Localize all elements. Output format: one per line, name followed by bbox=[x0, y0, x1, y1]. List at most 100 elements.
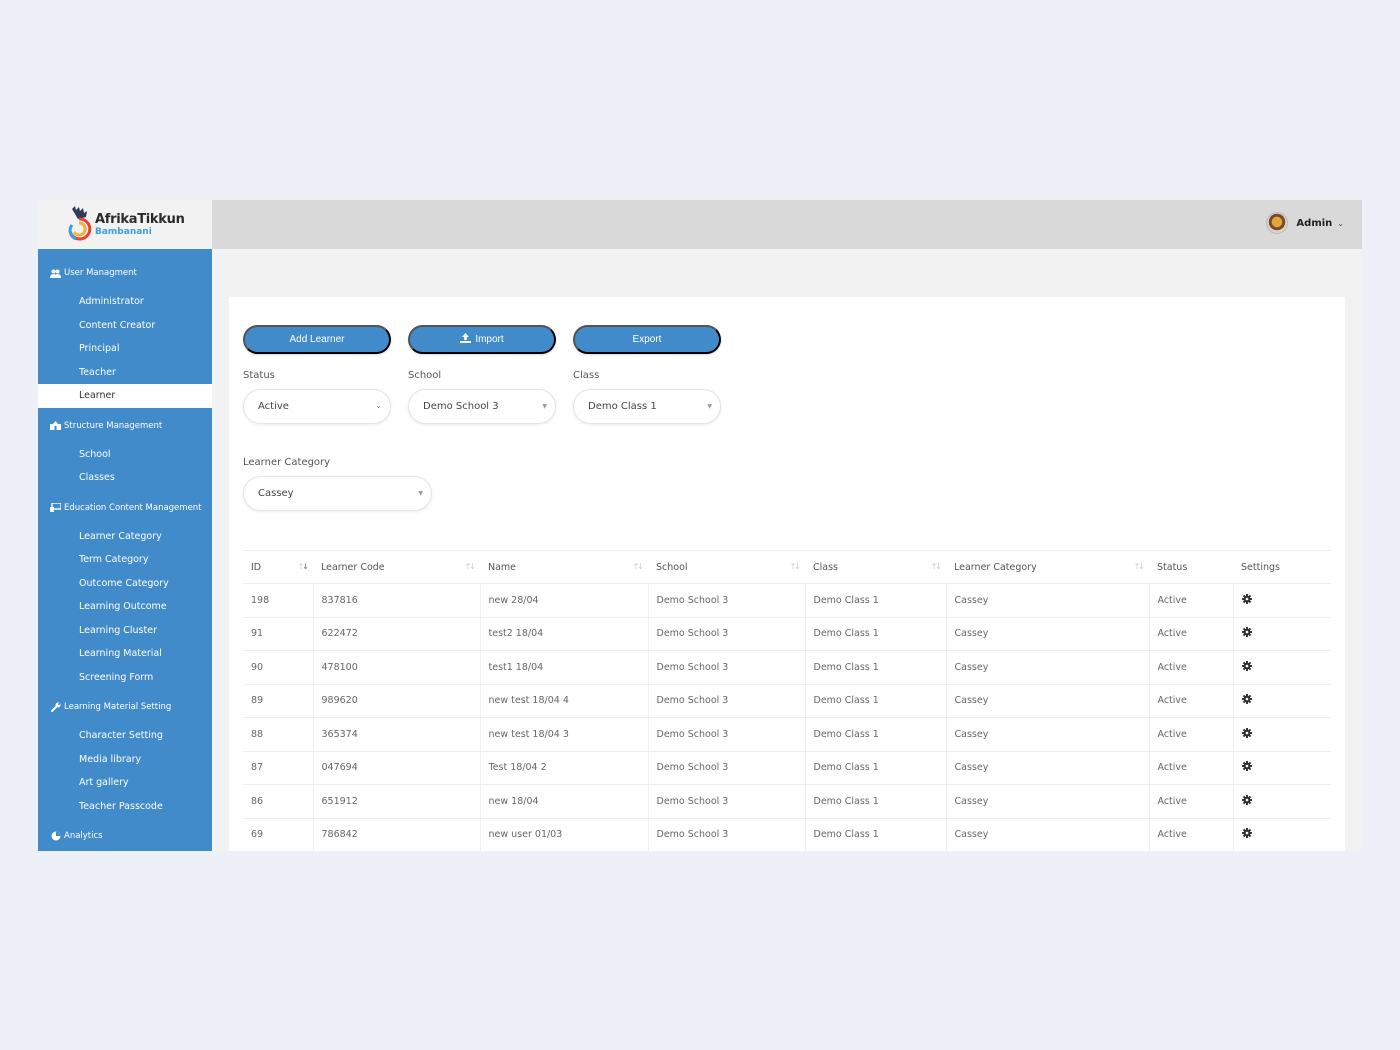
gear-icon[interactable] bbox=[1241, 828, 1252, 839]
sidebar-section-structure-management[interactable]: Structure Management bbox=[38, 414, 212, 438]
settings-cell bbox=[1233, 684, 1331, 718]
column-header-learner-code[interactable]: Learner Code ↑↓ bbox=[313, 550, 480, 584]
settings-cell bbox=[1233, 784, 1331, 819]
sidebar-item-learner-category[interactable]: Learner Category bbox=[38, 525, 212, 549]
learner-list-card: Add Learner Import Export Status Active … bbox=[229, 297, 1345, 851]
column-header-class[interactable]: Class ↑↓ bbox=[805, 550, 946, 584]
school-select-value: Demo School 3 bbox=[423, 401, 499, 412]
chalkboard-icon bbox=[50, 503, 61, 513]
learner-code-cell: 651912 bbox=[313, 784, 481, 819]
gear-icon[interactable] bbox=[1241, 727, 1252, 738]
import-label: Import bbox=[475, 334, 504, 345]
learner-category-cell: Cassey bbox=[946, 784, 1150, 819]
status-badge: Active bbox=[1149, 751, 1234, 785]
school-cell: Demo School 3 bbox=[648, 784, 806, 819]
sidebar-item-screening-form[interactable]: Screening Form bbox=[38, 666, 212, 690]
table-row[interactable]: 87 047694 Test 18/04 2 Demo School 3 Demo Cl… bbox=[243, 751, 1331, 785]
table-row[interactable]: 90 478100 test1 18/04 Demo School 3 Demo Cla… bbox=[243, 650, 1331, 685]
settings-cell bbox=[1233, 617, 1331, 651]
gear-icon[interactable] bbox=[1241, 694, 1252, 705]
learner-category-cell: Cassey bbox=[946, 650, 1150, 685]
sidebar-section-analytics[interactable]: Analytics bbox=[38, 824, 212, 848]
sidebar: AfrikaTikkun Bambanani User Managment Ad… bbox=[38, 200, 212, 851]
id-cell: 91 bbox=[243, 617, 314, 651]
building-icon bbox=[50, 421, 61, 431]
status-badge: Active bbox=[1149, 650, 1234, 685]
add-learner-button[interactable]: Add Learner bbox=[243, 325, 391, 354]
sidebar-section-user-management[interactable]: User Managment bbox=[38, 261, 212, 285]
learner-code-cell: 837816 bbox=[313, 583, 481, 618]
status-badge: Active bbox=[1149, 818, 1234, 851]
sort-icon: ↑↓ bbox=[297, 562, 309, 571]
learner-code-cell: 989620 bbox=[313, 684, 481, 718]
school-cell: Demo School 3 bbox=[648, 818, 806, 851]
user-menu[interactable]: Admin ⌄ bbox=[1266, 212, 1344, 234]
sidebar-item-principal[interactable]: Principal bbox=[38, 337, 212, 361]
school-select[interactable]: Demo School 3 ▼ bbox=[408, 389, 556, 424]
table-row[interactable]: 198 837816 new 28/04 Demo School 3 Demo Clas… bbox=[243, 583, 1331, 618]
settings-cell bbox=[1233, 717, 1331, 752]
status-badge: Active bbox=[1149, 617, 1234, 651]
sidebar-item-learner[interactable]: Learner bbox=[38, 384, 212, 408]
sidebar-nav: User Managment Administrator Content Cre… bbox=[38, 249, 212, 848]
table-row[interactable]: 86 651912 new 18/04 Demo School 3 Demo Class… bbox=[243, 784, 1331, 819]
users-icon bbox=[50, 268, 61, 278]
settings-cell bbox=[1233, 650, 1331, 685]
class-select[interactable]: Demo Class 1 ▼ bbox=[573, 389, 721, 424]
sidebar-section-education-content-management[interactable]: Education Content Management bbox=[38, 496, 212, 520]
id-cell: 88 bbox=[243, 717, 314, 752]
sidebar-item-outcome-category[interactable]: Outcome Category bbox=[38, 572, 212, 596]
class-cell: Demo Class 1 bbox=[805, 650, 947, 685]
wrench-icon bbox=[50, 702, 61, 712]
gear-icon[interactable] bbox=[1241, 761, 1252, 772]
name-cell: new user 01/03 bbox=[480, 818, 649, 851]
learner-category-select[interactable]: Cassey ▼ bbox=[243, 476, 432, 511]
gear-icon[interactable] bbox=[1241, 794, 1252, 805]
sidebar-item-teacher-passcode[interactable]: Teacher Passcode bbox=[38, 795, 212, 819]
status-badge: Active bbox=[1149, 784, 1234, 819]
school-cell: Demo School 3 bbox=[648, 684, 806, 718]
sidebar-item-media-library[interactable]: Media library bbox=[38, 748, 212, 772]
column-header-learner-category[interactable]: Learner Category ↑↓ bbox=[946, 550, 1149, 584]
sidebar-item-learning-cluster[interactable]: Learning Cluster bbox=[38, 619, 212, 643]
column-header-school[interactable]: School ↑↓ bbox=[648, 550, 805, 584]
sidebar-item-classes[interactable]: Classes bbox=[38, 466, 212, 490]
chevron-down-icon: ⌄ bbox=[1337, 218, 1344, 228]
sidebar-item-art-gallery[interactable]: Art gallery bbox=[38, 771, 212, 795]
table-row[interactable]: 89 989620 new test 18/04 4 Demo School 3 Dem… bbox=[243, 684, 1331, 718]
gear-icon[interactable] bbox=[1241, 627, 1252, 638]
top-bar: Admin ⌄ bbox=[212, 200, 1362, 249]
sort-icon: ↑↓ bbox=[632, 562, 644, 571]
status-select[interactable]: Active ⌄ bbox=[243, 389, 391, 424]
name-cell: new test 18/04 3 bbox=[480, 717, 649, 752]
column-header-name[interactable]: Name ↑↓ bbox=[480, 550, 648, 584]
sidebar-item-school[interactable]: School bbox=[38, 443, 212, 467]
sidebar-section-learning-material-setting[interactable]: Learning Material Setting bbox=[38, 695, 212, 719]
school-cell: Demo School 3 bbox=[648, 717, 806, 752]
gear-icon[interactable] bbox=[1241, 660, 1252, 671]
sidebar-item-character-setting[interactable]: Character Setting bbox=[38, 724, 212, 748]
chevron-down-icon: ⌄ bbox=[375, 401, 382, 410]
name-cell: new test 18/04 4 bbox=[480, 684, 649, 718]
export-button[interactable]: Export bbox=[573, 325, 721, 354]
id-cell: 198 bbox=[243, 583, 314, 618]
sidebar-item-teacher[interactable]: Teacher bbox=[38, 361, 212, 385]
column-header-id[interactable]: ID ↑↓ bbox=[243, 550, 313, 584]
sidebar-item-term-category[interactable]: Term Category bbox=[38, 548, 212, 572]
logo[interactable]: AfrikaTikkun Bambanani bbox=[38, 200, 212, 249]
brand-title: AfrikaTikkun bbox=[95, 211, 185, 227]
import-button[interactable]: Import bbox=[408, 325, 556, 354]
sidebar-item-content-creator[interactable]: Content Creator bbox=[38, 314, 212, 338]
table-row[interactable]: 69 786842 new user 01/03 Demo School 3 Demo … bbox=[243, 818, 1331, 851]
user-name: Admin bbox=[1296, 217, 1333, 229]
sidebar-item-administrator[interactable]: Administrator bbox=[38, 290, 212, 314]
table-row[interactable]: 91 622472 test2 18/04 Demo School 3 Demo Cla… bbox=[243, 617, 1331, 651]
add-learner-label: Add Learner bbox=[289, 334, 345, 345]
table-header-row: ID ↑↓ Learner Code ↑↓ Name ↑↓ School ↑↓ Clas… bbox=[243, 550, 1331, 584]
sidebar-item-learning-outcome[interactable]: Learning Outcome bbox=[38, 595, 212, 619]
sidebar-item-learning-material[interactable]: Learning Material bbox=[38, 642, 212, 666]
status-filter-label: Status bbox=[243, 370, 275, 381]
gear-icon[interactable] bbox=[1241, 593, 1252, 604]
table-row[interactable]: 88 365374 new test 18/04 3 Demo School 3 Dem… bbox=[243, 717, 1331, 752]
id-cell: 89 bbox=[243, 684, 314, 718]
